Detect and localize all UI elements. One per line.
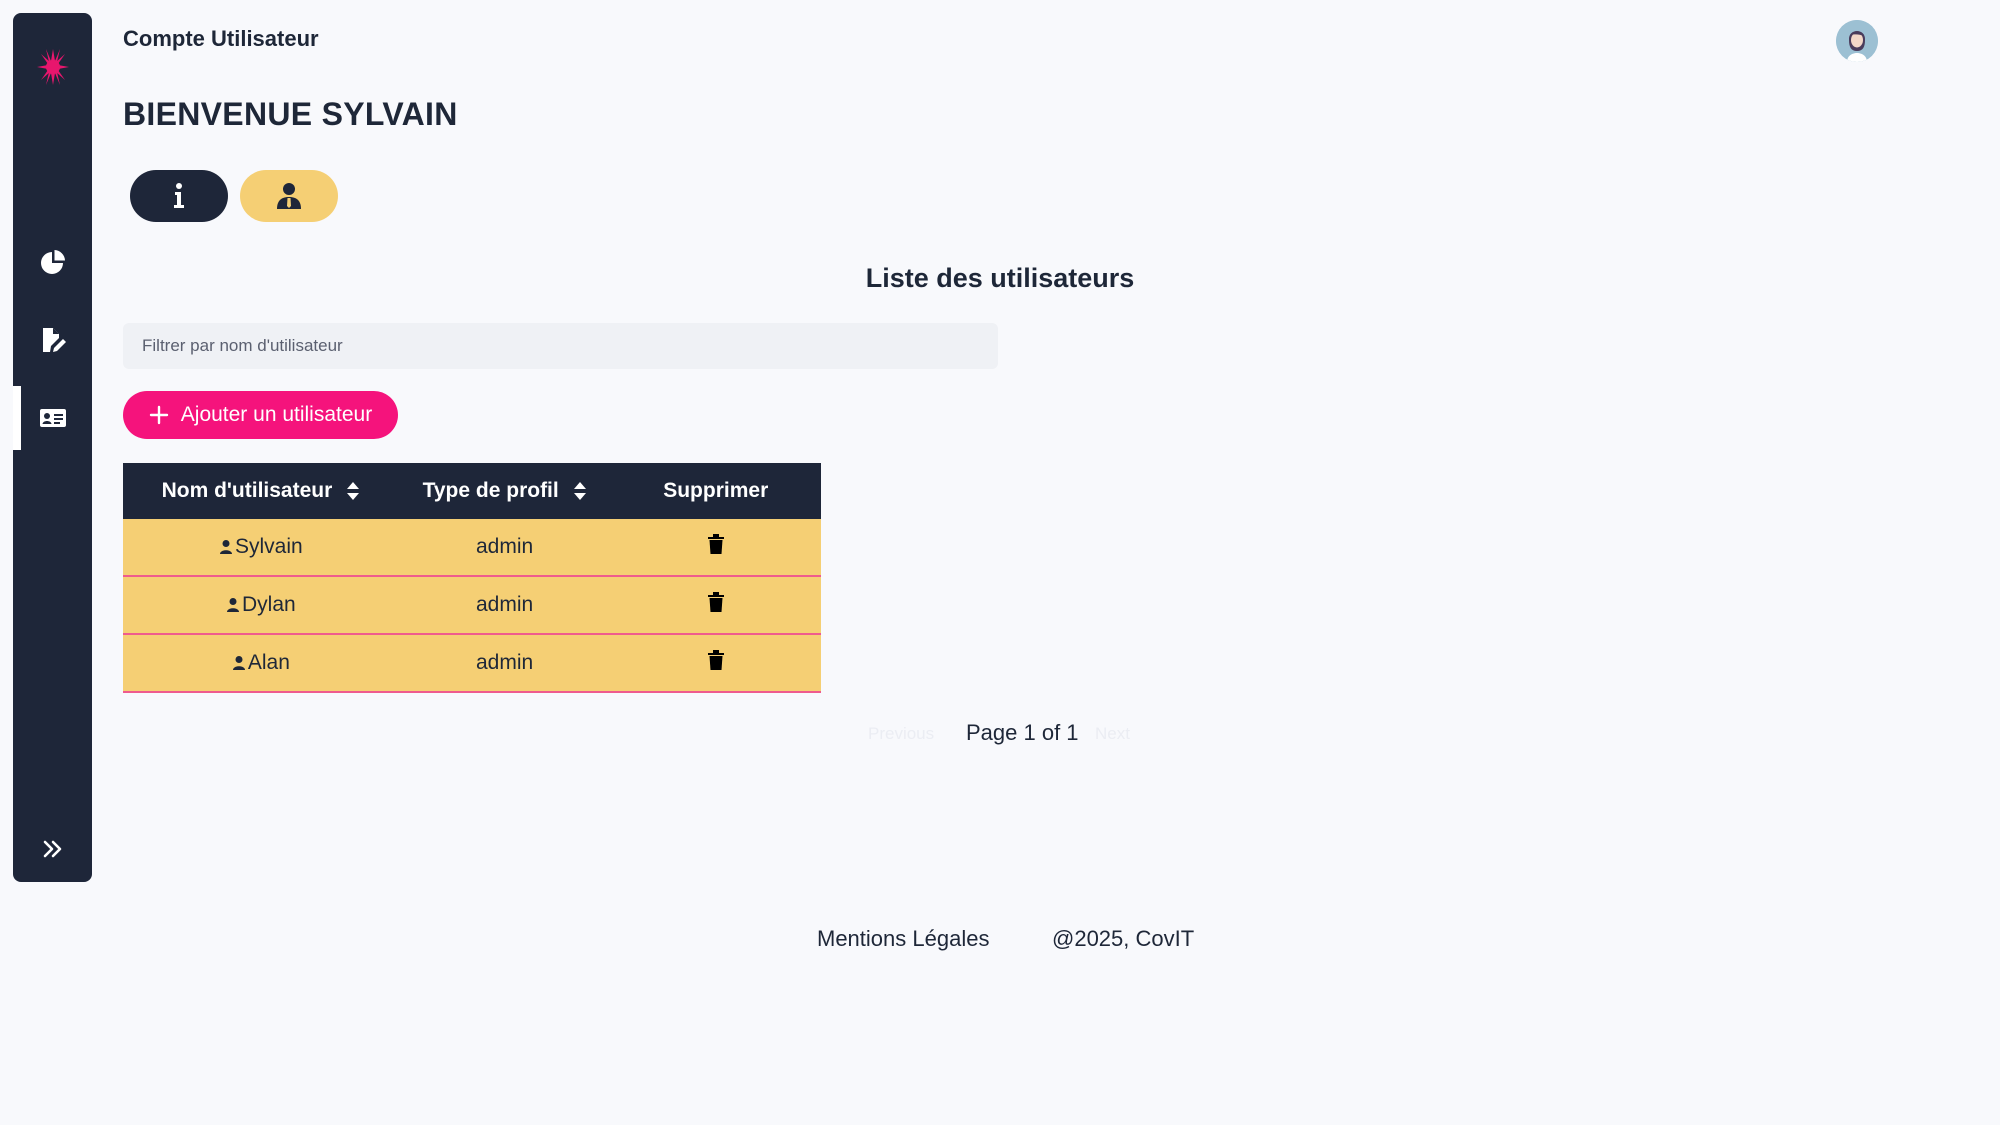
plus-icon bbox=[149, 405, 168, 425]
username-text: Dylan bbox=[242, 593, 296, 616]
delete-cell bbox=[610, 519, 821, 577]
avatar[interactable] bbox=[1836, 20, 1878, 62]
legal-notice-link[interactable]: Mentions Légales bbox=[817, 926, 989, 952]
column-header-username[interactable]: Nom d'utilisateur bbox=[123, 463, 399, 519]
trash-icon[interactable] bbox=[707, 591, 725, 613]
profile-cell: admin bbox=[398, 576, 611, 635]
username-filter-input[interactable] bbox=[123, 323, 998, 369]
copyright-text: @2025, CovIT bbox=[1052, 926, 1195, 951]
column-header-profile[interactable]: Type de profil bbox=[398, 463, 611, 519]
tab-info[interactable] bbox=[130, 170, 228, 222]
column-header-label: Nom d'utilisateur bbox=[161, 479, 333, 502]
id-card-icon bbox=[39, 409, 66, 427]
username-cell: Alan bbox=[123, 634, 399, 693]
delete-cell bbox=[610, 576, 821, 635]
username-text: Sylvain bbox=[235, 535, 303, 558]
sidebar bbox=[13, 13, 92, 882]
user-icon bbox=[227, 598, 239, 613]
previous-page-button[interactable]: Previous bbox=[868, 724, 934, 744]
username-text: Alan bbox=[247, 651, 290, 674]
username-cell: Sylvain bbox=[123, 519, 399, 577]
column-header-label: Type de profil bbox=[422, 479, 559, 502]
delete-cell bbox=[610, 634, 821, 693]
sidebar-item-documents[interactable] bbox=[13, 308, 92, 372]
pagination: Previous Page 1 of 1 Next bbox=[0, 720, 2000, 750]
logo-icon[interactable] bbox=[35, 45, 71, 89]
profile-cell: admin bbox=[398, 519, 611, 577]
user-icon bbox=[220, 540, 232, 555]
section-title: Liste des utilisateurs bbox=[865, 263, 1135, 293]
sort-icon bbox=[573, 482, 586, 501]
page-indicator: Page 1 of 1 bbox=[966, 720, 1079, 745]
expand-sidebar-button[interactable] bbox=[13, 819, 92, 879]
username-cell: Dylan bbox=[123, 576, 399, 635]
add-user-button[interactable]: Ajouter un utilisateur bbox=[123, 391, 398, 439]
profile-cell: admin bbox=[398, 634, 611, 693]
trash-icon[interactable] bbox=[707, 533, 725, 555]
tab-users[interactable] bbox=[240, 170, 338, 222]
sort-icon bbox=[347, 482, 360, 501]
next-page-button[interactable]: Next bbox=[1095, 724, 1130, 744]
column-header-delete: Supprimer bbox=[610, 463, 821, 519]
table-row: Dylan admin bbox=[123, 576, 821, 635]
page-header-title: Compte Utilisateur bbox=[123, 26, 319, 51]
table-row: Sylvain admin bbox=[123, 519, 821, 577]
file-edit-icon bbox=[42, 328, 66, 352]
info-icon bbox=[174, 183, 184, 208]
user-tie-icon bbox=[277, 183, 301, 209]
sidebar-item-account[interactable] bbox=[13, 386, 92, 450]
double-chevron-right-icon bbox=[43, 840, 61, 858]
users-table: Nom d'utilisateur Type de profil Supprim… bbox=[123, 463, 821, 693]
user-icon bbox=[232, 656, 245, 671]
welcome-heading: BIENVENUE SYLVAIN bbox=[123, 96, 458, 132]
trash-icon[interactable] bbox=[707, 649, 725, 671]
add-user-label: Ajouter un utilisateur bbox=[180, 403, 373, 426]
table-row: Alan admin bbox=[123, 634, 821, 693]
